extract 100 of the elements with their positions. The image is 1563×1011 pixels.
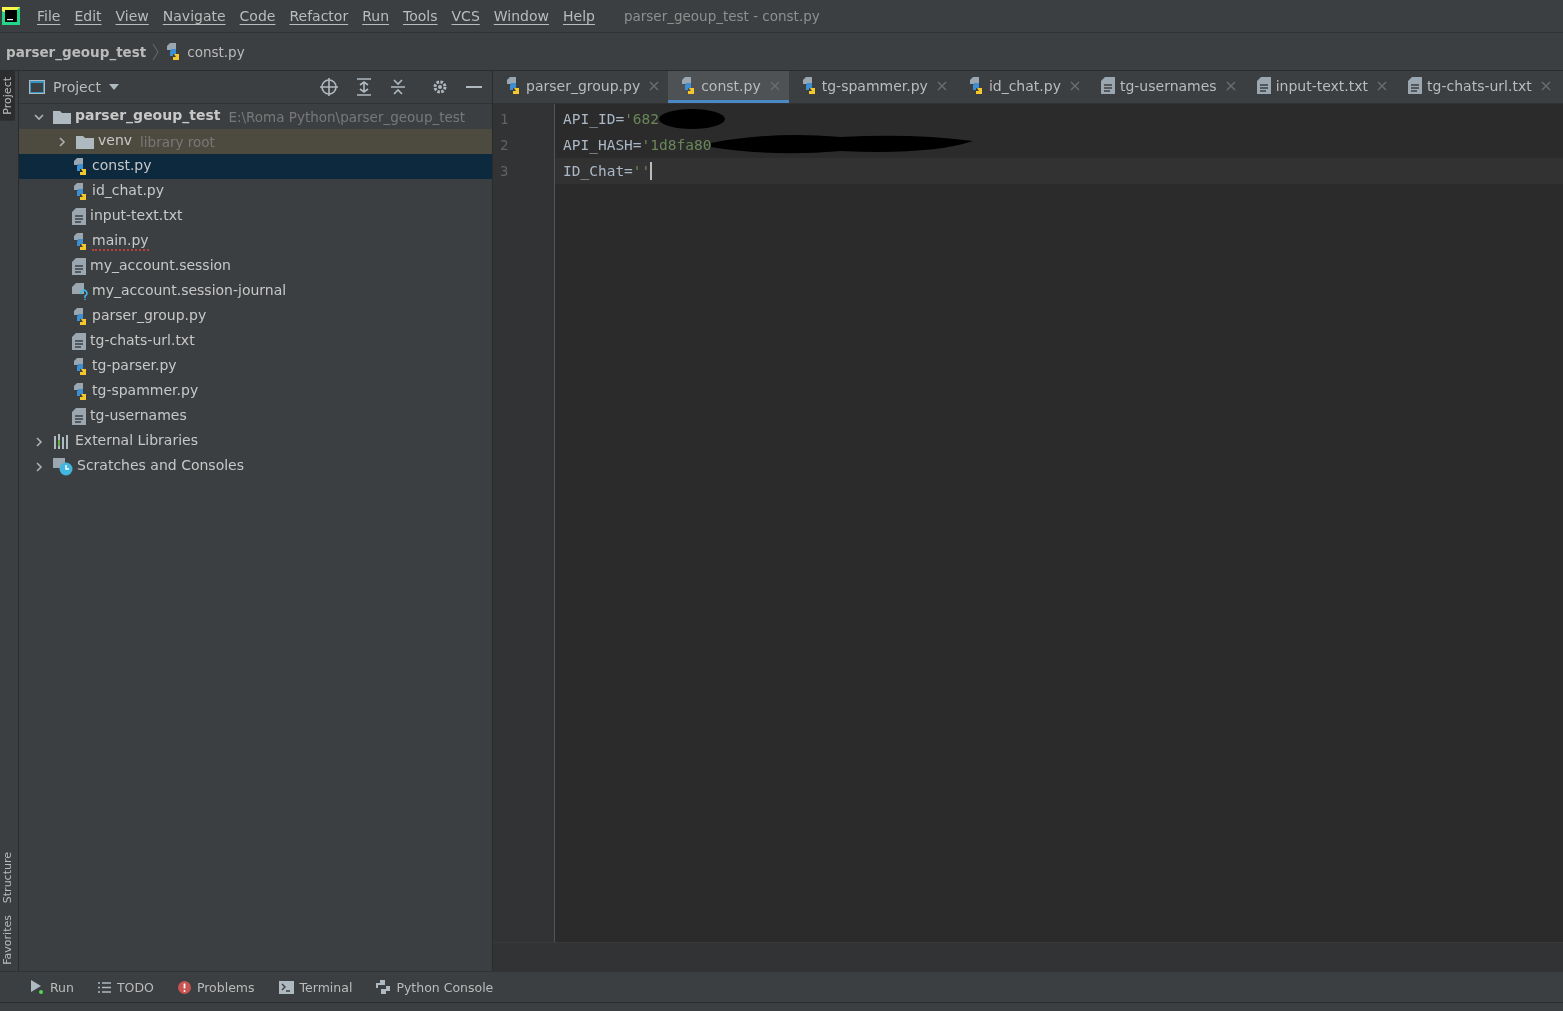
menu-item[interactable]: Edit (67, 8, 109, 24)
tree-item[interactable]: tg-parser.py (19, 354, 492, 379)
code-line: ID_Chat='' (563, 163, 651, 179)
file-name: tg-chats-url.txt (90, 332, 195, 350)
file-name: main.py (92, 232, 149, 251)
chevron-right-icon[interactable] (33, 460, 45, 473)
text-file-icon (1256, 77, 1271, 94)
scratches-icon (53, 457, 73, 476)
python-file-icon (72, 308, 88, 325)
locate-icon[interactable] (320, 78, 338, 96)
file-name: tg-parser.py (92, 357, 177, 375)
editor-tab[interactable]: parser_group.py (493, 71, 669, 103)
tree-item[interactable]: tg-usernames (19, 404, 492, 429)
file-name: id_chat.py (92, 182, 165, 200)
panel-title[interactable]: Project (53, 79, 101, 95)
file-name: my_account.session (90, 257, 231, 275)
file-name: tg-spammer.py (92, 382, 199, 400)
tree-item[interactable]: main.py (19, 229, 492, 254)
tool-window-button[interactable]: Python Console (376, 979, 494, 995)
editor-tab[interactable]: tg-chats-url.txt (1396, 71, 1560, 103)
tree-item[interactable]: const.py (19, 154, 492, 179)
code-line: API_HASH='1d8fa80 (563, 137, 712, 153)
python-file-icon (165, 43, 182, 60)
text-file-icon (1100, 77, 1115, 94)
tree-item[interactable]: tg-chats-url.txt (19, 329, 492, 354)
tree-item[interactable]: parser_geoup_test E:\Roma Python\parser_geoup_test (19, 104, 492, 129)
file-name: parser_group.py (92, 307, 207, 325)
tree-item[interactable]: input-text.txt (19, 204, 492, 229)
side-tab[interactable]: Favorites (0, 909, 15, 971)
editor-tab[interactable]: input-text.txt (1244, 71, 1397, 103)
panel-icon (29, 80, 45, 94)
app-logo-icon (2, 7, 20, 25)
tree-item[interactable]: External Libraries (19, 429, 492, 454)
editor-tab[interactable]: tg-spammer.py (788, 71, 956, 103)
breadcrumb-item[interactable]: parser_geoup_test (6, 43, 147, 60)
breadcrumb-item[interactable]: const.py (187, 43, 245, 60)
folder-icon (76, 134, 94, 149)
menu-item[interactable]: Tools (396, 8, 445, 24)
menu-item[interactable]: VCS (444, 8, 487, 24)
menu-item[interactable]: Help (556, 8, 602, 24)
library-row[interactable]: venv library root (19, 129, 492, 154)
tool-window-button[interactable]: Run (30, 979, 74, 995)
unknown-file-icon (72, 283, 88, 300)
file-name: my_account.session-journal (92, 282, 287, 300)
run-icon (30, 980, 44, 994)
tree-item[interactable]: id_chat.py (19, 179, 492, 204)
python-file-icon (800, 77, 817, 94)
text-file-icon (72, 408, 86, 425)
python-icon (376, 980, 391, 994)
tree-item[interactable]: parser_group.py (19, 304, 492, 329)
path-hint: E:\Roma Python\parser_geoup_test (228, 108, 466, 125)
collapse-all-icon[interactable] (390, 78, 406, 96)
window-title: parser_geoup_test - const.py (623, 8, 820, 24)
chevron-right-icon[interactable] (56, 135, 68, 148)
menu-item[interactable]: Code (232, 8, 283, 24)
menu-item[interactable]: Run (355, 8, 397, 24)
expand-all-icon[interactable] (356, 78, 372, 96)
menu-item[interactable]: Refactor (282, 8, 356, 24)
tree-item[interactable]: my_account.session (19, 254, 492, 279)
python-file-icon (967, 77, 984, 94)
file-name: tg-usernames (90, 407, 187, 425)
python-file-icon (72, 158, 88, 175)
text-file-icon (72, 333, 86, 350)
tree-item[interactable]: my_account.session-journal (19, 279, 492, 304)
menu-item[interactable]: Window (486, 8, 556, 24)
folder-icon (53, 109, 71, 124)
settings-icon[interactable] (432, 79, 448, 95)
code-line: API_ID='682 (563, 111, 660, 127)
editor-tab[interactable]: const.py (668, 71, 789, 103)
terminal-icon (278, 980, 294, 994)
tree-item[interactable]: tg-spammer.py (19, 379, 492, 404)
tool-window-button[interactable]: TODO (97, 979, 154, 995)
libraries-icon (53, 434, 71, 449)
path-hint: library root (140, 133, 215, 150)
tool-window-button[interactable]: Terminal (278, 979, 353, 995)
menu-item[interactable]: Navigate (155, 8, 233, 24)
tool-window-button[interactable]: Problems (177, 979, 255, 995)
tree-item[interactable]: Scratches and Consoles (19, 454, 492, 479)
list-icon (97, 981, 111, 993)
text-file-icon (72, 208, 86, 225)
side-tab[interactable]: Structure (0, 846, 15, 910)
chevron-right-icon[interactable] (33, 435, 45, 448)
editor-tab[interactable]: tg-usernames (1088, 71, 1245, 103)
text-file-icon (72, 258, 86, 275)
text-caret (650, 162, 653, 180)
python-file-icon (72, 233, 88, 250)
side-tab[interactable]: Project (0, 71, 15, 121)
file-name: parser_geoup_test (75, 107, 221, 126)
menu-item[interactable]: File (30, 8, 68, 24)
text-file-icon (1408, 77, 1423, 94)
menu-item[interactable]: View (108, 8, 156, 24)
python-file-icon (505, 77, 521, 94)
python-file-icon (680, 77, 697, 94)
editor-tab[interactable]: id_chat.py (955, 71, 1089, 103)
python-file-icon (72, 183, 88, 200)
caret-icon[interactable] (108, 84, 119, 90)
file-name: input-text.txt (90, 207, 183, 225)
file-name: venv (98, 132, 133, 150)
minimize-icon[interactable] (466, 85, 482, 89)
file-name: Scratches and Consoles (77, 457, 244, 475)
